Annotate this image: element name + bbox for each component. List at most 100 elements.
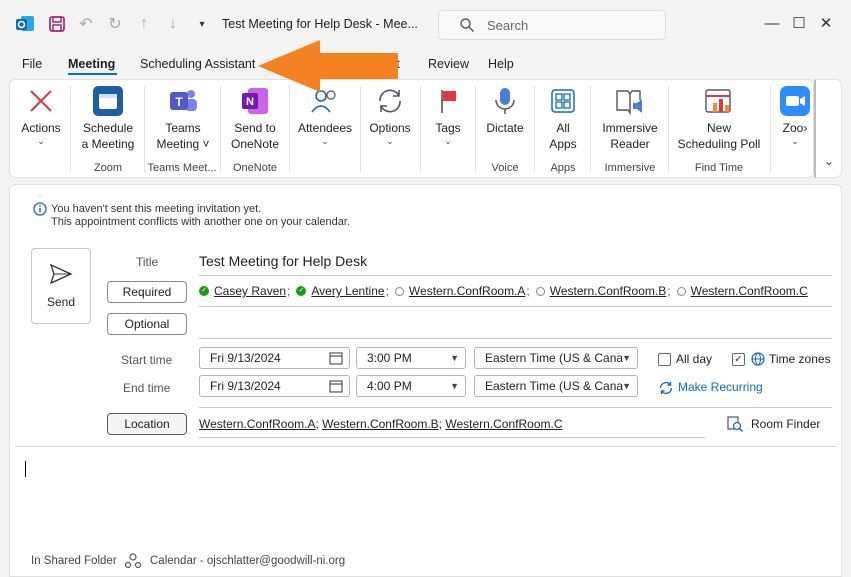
caret-icon: ⌄ <box>321 136 329 146</box>
group-label-voice: Voice <box>491 162 519 174</box>
close-icon[interactable]: ✕ <box>816 14 836 34</box>
options-label: Options <box>369 121 411 135</box>
caret-icon: ⌄ <box>444 136 452 146</box>
room-chip[interactable]: Western.ConfRoom.B <box>535 284 666 298</box>
caret-icon: ⌄ <box>791 136 799 146</box>
calendar-icon <box>329 380 343 393</box>
teams-icon: T <box>166 84 200 118</box>
message-body[interactable] <box>15 450 836 545</box>
title-bar: ↶ ↻ ↑ ↓ ▾ Test Meeting for Help Desk - M… <box>0 0 851 50</box>
all-day-checkbox[interactable] <box>658 353 671 366</box>
time-zones-checkbox[interactable]: ✓ <box>732 353 745 366</box>
new-scheduling-poll-button[interactable]: New Scheduling Poll <box>674 84 764 152</box>
all-day-label: All day <box>676 352 713 366</box>
calendar-owner-label: Calendar - ojschlatter@goodwill-ni.org <box>150 555 346 567</box>
annotation-arrow <box>258 40 398 92</box>
location-button[interactable]: Location <box>107 413 187 435</box>
poll-label-1: New <box>706 121 731 135</box>
attendees-button[interactable]: Attendees ⌄ <box>296 84 354 146</box>
calendar-poll-icon <box>702 84 736 118</box>
send-button[interactable]: Send <box>31 248 91 324</box>
attendee-chip[interactable]: ✓ Casey Raven <box>199 284 286 298</box>
start-timezone-select[interactable]: Eastern Time (US & Cana ▼ <box>474 347 638 369</box>
ribbon-separator <box>144 86 145 172</box>
arrow-up-icon[interactable]: ↑ <box>133 13 155 35</box>
end-date-picker[interactable]: Fri 9/13/2024 <box>199 375 350 397</box>
immersive-reader-button[interactable]: Immersive Reader <box>598 84 662 152</box>
menu-scheduling-assistant[interactable]: Scheduling Assistant <box>140 57 255 71</box>
menu-meeting[interactable]: Meeting <box>68 57 115 71</box>
start-date-picker[interactable]: Fri 9/13/2024 <box>199 347 350 369</box>
teams-label-2: Meeting ˅ <box>156 137 210 151</box>
required-attendees-field[interactable]: ✓ Casey Raven; ✓ Avery Lentine; Western.Co… <box>199 284 808 298</box>
status-circle-icon <box>676 286 686 296</box>
apps-grid-icon <box>546 84 580 118</box>
optional-button[interactable]: Optional <box>107 313 187 335</box>
body-separator <box>15 446 836 447</box>
actions-button[interactable]: Actions ⌄ <box>19 84 63 146</box>
schedule-meeting-button[interactable]: Schedule a Meeting <box>78 84 138 152</box>
dictate-button[interactable]: Dictate <box>482 84 528 136</box>
group-label-apps: Apps <box>550 162 576 174</box>
start-time-select[interactable]: 3:00 PM ▼ <box>356 347 466 369</box>
divider <box>199 437 705 438</box>
start-time-label: Start time <box>121 353 173 367</box>
title-input[interactable]: Test Meeting for Help Desk <box>199 253 367 269</box>
room-chip[interactable]: Western.ConfRoom.A <box>394 284 525 298</box>
apps-label-1: All <box>556 121 570 135</box>
options-button[interactable]: Options ⌄ <box>366 84 414 146</box>
group-label-find-time: Find Time <box>694 162 744 174</box>
make-recurring-link[interactable]: Make Recurring <box>678 380 763 394</box>
required-button[interactable]: Required <box>107 281 187 303</box>
zoom-button[interactable]: Zoo› ⌄ <box>778 84 812 146</box>
divider <box>199 338 832 339</box>
search-placeholder: Search <box>487 17 529 33</box>
ribbon-separator <box>289 86 290 172</box>
arrow-down-icon[interactable]: ↓ <box>162 13 184 35</box>
redo-icon[interactable]: ↻ <box>104 13 126 35</box>
immersive-label-2: Reader <box>610 137 650 151</box>
book-speaker-icon <box>613 84 647 118</box>
dropdown-arrow-icon: ▼ <box>450 353 459 363</box>
save-icon[interactable] <box>46 13 68 35</box>
undo-icon[interactable]: ↶ <box>75 13 97 35</box>
room-finder-button[interactable]: Room Finder <box>751 417 820 431</box>
calendar-icon <box>329 352 343 365</box>
ribbon-separator <box>668 86 669 172</box>
minimize-icon[interactable]: — <box>762 14 782 34</box>
all-apps-button[interactable]: All Apps <box>542 84 584 152</box>
ribbon-separator <box>360 86 361 172</box>
search-box[interactable]: Search <box>438 10 666 40</box>
menu-review[interactable]: Review <box>428 57 469 71</box>
end-timezone-select[interactable]: Eastern Time (US & Cana ▼ <box>474 375 638 397</box>
maximize-icon[interactable]: ☐ <box>789 14 809 34</box>
onenote-label-2: OneNote <box>230 137 280 151</box>
tags-button[interactable]: Tags ⌄ <box>428 84 468 146</box>
tags-label: Tags <box>435 121 461 135</box>
menu-help[interactable]: Help <box>488 57 514 71</box>
ribbon-separator <box>770 86 771 172</box>
onenote-label-1: Send to <box>234 121 276 135</box>
menu-file[interactable]: File <box>22 57 42 71</box>
ribbon-separator <box>534 86 535 172</box>
send-to-onenote-button[interactable]: N Send to OneNote <box>226 84 284 152</box>
teams-label-1: Teams <box>165 121 201 135</box>
customize-toolbar-icon[interactable]: ▾ <box>191 13 213 35</box>
room-finder-icon <box>727 416 744 433</box>
outlook-logo-icon <box>14 13 36 35</box>
divider <box>199 275 832 276</box>
room-chip[interactable]: Western.ConfRoom.C <box>676 284 808 298</box>
status-circle-icon <box>394 286 404 296</box>
dropdown-arrow-icon: ▼ <box>622 353 631 363</box>
ribbon-expand-button[interactable]: ⌄ <box>814 79 842 178</box>
schedule-label-1: Schedule <box>82 121 134 135</box>
shared-folder-label: In Shared Folder <box>31 555 117 567</box>
attendees-label: Attendees <box>297 121 353 135</box>
svg-text:T: T <box>175 95 183 109</box>
end-time-select[interactable]: 4:00 PM ▼ <box>356 375 466 397</box>
attendee-chip[interactable]: ✓ Avery Lentine <box>296 284 385 298</box>
ribbon-separator <box>420 86 421 172</box>
location-field[interactable]: Western.ConfRoom.A; Western.ConfRoom.B; … <box>199 417 563 431</box>
teams-meeting-button[interactable]: T Teams Meeting ˅ <box>148 84 218 152</box>
ribbon-separator <box>475 86 476 172</box>
